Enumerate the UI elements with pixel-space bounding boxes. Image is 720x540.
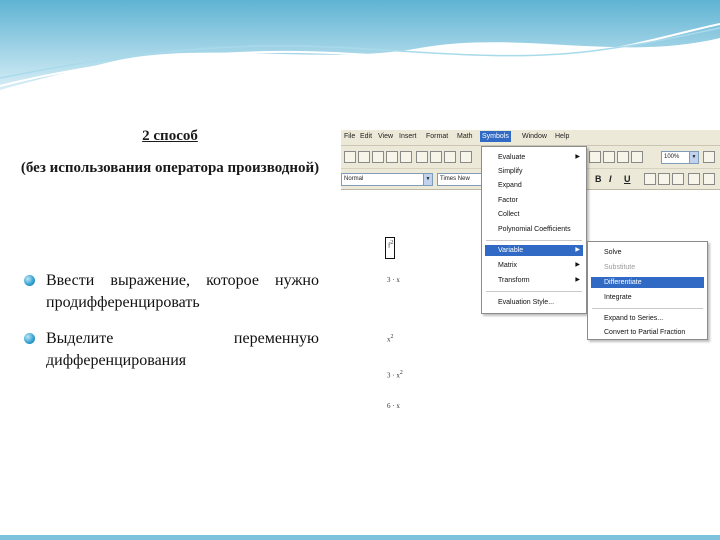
menu-item-expand[interactable]: Expand bbox=[485, 180, 583, 191]
menu-item-simplify[interactable]: Simplify bbox=[485, 166, 583, 177]
resource-icon[interactable] bbox=[617, 151, 629, 163]
expression-text: x2 bbox=[387, 334, 394, 344]
paste-icon[interactable] bbox=[444, 151, 456, 163]
menu-item-integrate[interactable]: Integrate bbox=[591, 292, 704, 303]
insert-function-icon[interactable] bbox=[603, 151, 615, 163]
menu-item-substitute[interactable]: Substitute bbox=[591, 262, 704, 273]
bold-button[interactable]: B bbox=[595, 174, 602, 184]
font-combo[interactable]: Times New Roman bbox=[437, 173, 487, 186]
print-icon[interactable] bbox=[386, 151, 398, 163]
menu-item-polynomial-coefficients[interactable]: Polynomial Coefficients bbox=[485, 224, 583, 235]
italic-button[interactable]: I bbox=[609, 174, 612, 184]
menu-symbols[interactable]: Symbols bbox=[480, 131, 511, 142]
save-icon[interactable] bbox=[372, 151, 384, 163]
bullet-item: Выделите переменную дифференцирования bbox=[24, 328, 319, 372]
zoom-combo[interactable]: 100% ▼ bbox=[661, 151, 699, 164]
new-icon[interactable] bbox=[344, 151, 356, 163]
menu-window[interactable]: Window bbox=[522, 133, 547, 140]
menu-item-collect[interactable]: Collect bbox=[485, 209, 583, 220]
align-center-icon[interactable] bbox=[658, 173, 670, 185]
align-icon[interactable] bbox=[589, 151, 601, 163]
toolbar-icon[interactable] bbox=[703, 151, 715, 163]
expression-text: 3 · x2 bbox=[387, 370, 403, 380]
expression-text: 6 · x bbox=[387, 402, 400, 410]
bullet-text: Выделите переменную дифференцирования bbox=[46, 330, 319, 369]
menu-bar: File Edit View Insert Format Math Symbol… bbox=[341, 130, 720, 146]
menu-view[interactable]: View bbox=[378, 133, 393, 140]
menu-item-expand-to-series[interactable]: Expand to Series... bbox=[591, 313, 704, 324]
undo-icon[interactable] bbox=[460, 151, 472, 163]
align-left-icon[interactable] bbox=[644, 173, 656, 185]
chevron-down-icon: ▼ bbox=[689, 152, 698, 163]
expression-text: f2 bbox=[388, 240, 394, 250]
bullet-icon bbox=[24, 275, 35, 286]
align-right-icon[interactable] bbox=[672, 173, 684, 185]
menu-item-convert-partial-fraction[interactable]: Convert to Partial Fraction bbox=[591, 327, 704, 338]
menu-help[interactable]: Help bbox=[555, 133, 569, 140]
menu-separator bbox=[486, 291, 582, 292]
menu-item-solve[interactable]: Solve bbox=[591, 247, 704, 258]
menu-item-matrix[interactable]: Matrix ▶ bbox=[485, 260, 583, 271]
variable-submenu: Solve Substitute Differentiate Integrate… bbox=[587, 241, 708, 340]
chevron-down-icon: ▼ bbox=[423, 174, 432, 185]
chevron-right-icon: ▶ bbox=[575, 277, 580, 283]
chevron-right-icon: ▶ bbox=[575, 262, 580, 268]
symbols-menu: Evaluate ▶ Simplify Expand Factor Collect… bbox=[481, 146, 587, 314]
menu-item-differentiate[interactable]: Differentiate bbox=[591, 277, 704, 288]
help-icon[interactable] bbox=[631, 151, 643, 163]
menu-item-evaluation-style[interactable]: Evaluation Style... bbox=[485, 297, 583, 308]
menu-item-transform[interactable]: Transform ▶ bbox=[485, 275, 583, 286]
copy-icon[interactable] bbox=[430, 151, 442, 163]
chevron-right-icon: ▶ bbox=[575, 154, 580, 160]
slide-subheading: (без использования оператора производной… bbox=[20, 160, 320, 176]
menu-separator bbox=[592, 308, 703, 309]
bullet-list: Ввести выражение, которое нужно продиффе… bbox=[24, 270, 319, 386]
expression-text: 3 · x bbox=[387, 276, 400, 284]
menu-separator bbox=[486, 240, 582, 241]
bullet-icon bbox=[24, 333, 35, 344]
menu-edit[interactable]: Edit bbox=[360, 133, 372, 140]
menu-format[interactable]: Format bbox=[426, 133, 448, 140]
bullet-item: Ввести выражение, которое нужно продиффе… bbox=[24, 270, 319, 314]
menu-item-factor[interactable]: Factor bbox=[485, 195, 583, 206]
menu-math[interactable]: Math bbox=[457, 133, 473, 140]
cut-icon[interactable] bbox=[416, 151, 428, 163]
slide-heading: 2 способ bbox=[142, 128, 198, 144]
bullet-text: Ввести выражение, которое нужно продиффе… bbox=[46, 272, 319, 311]
preview-icon[interactable] bbox=[400, 151, 412, 163]
underline-button[interactable]: U bbox=[624, 174, 631, 184]
bullets-icon[interactable] bbox=[688, 173, 700, 185]
numbering-icon[interactable] bbox=[703, 173, 715, 185]
app-screenshot: File Edit View Insert Format Math Symbol… bbox=[341, 130, 720, 443]
open-icon[interactable] bbox=[358, 151, 370, 163]
menu-file[interactable]: File bbox=[344, 133, 355, 140]
menu-item-variable[interactable]: Variable ▶ bbox=[485, 245, 583, 256]
footer-line bbox=[0, 535, 720, 540]
menu-item-evaluate[interactable]: Evaluate ▶ bbox=[485, 152, 583, 163]
chevron-right-icon: ▶ bbox=[575, 247, 580, 253]
menu-insert[interactable]: Insert bbox=[399, 133, 417, 140]
header-wave-decoration bbox=[0, 0, 720, 90]
style-combo[interactable]: Normal ▼ bbox=[341, 173, 433, 186]
